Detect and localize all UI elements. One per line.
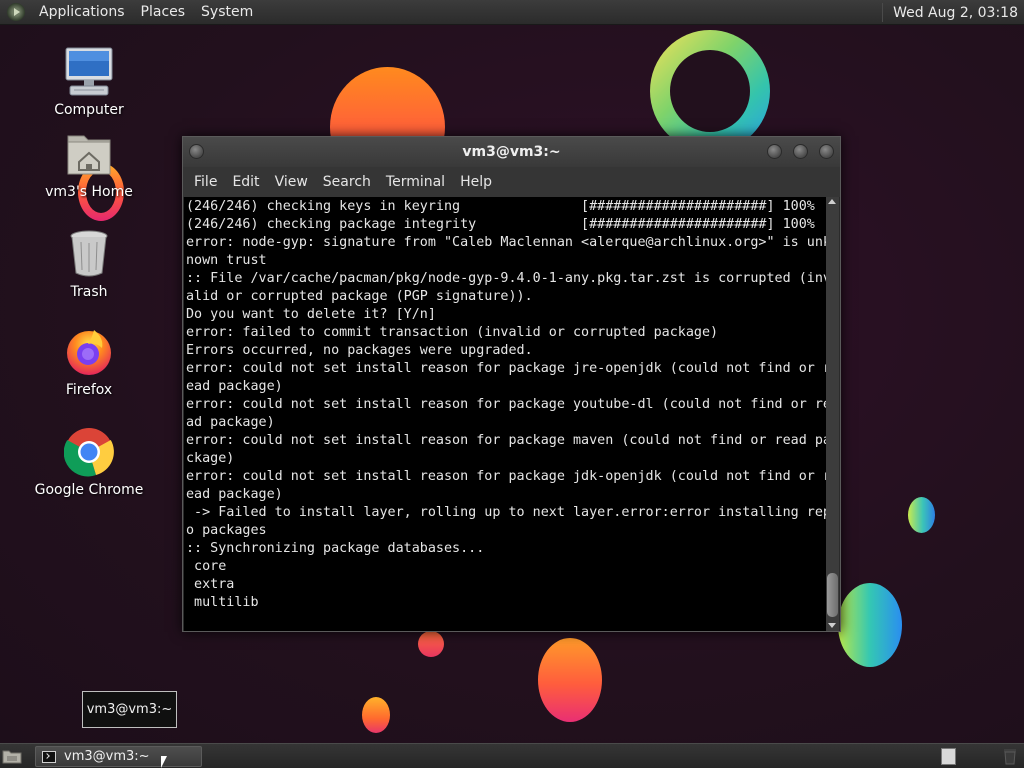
- terminal-line: error: could not set install reason for …: [186, 469, 826, 484]
- terminal-line: -> Failed to install layer, rolling up t…: [186, 505, 826, 520]
- taskbar-tooltip: vm3@vm3:~: [82, 691, 177, 728]
- terminal-line: o packages: [186, 523, 267, 538]
- terminal-line: alid or corrupted package (PGP signature…: [186, 289, 533, 304]
- desktop-icon-computer[interactable]: Computer: [34, 46, 144, 119]
- menu-terminal[interactable]: Terminal: [381, 174, 455, 190]
- terminal-title: vm3@vm3:~: [462, 144, 561, 160]
- terminal-line: multilib: [186, 595, 259, 610]
- panel-clock[interactable]: Wed Aug 2, 03:18: [893, 5, 1024, 21]
- terminal-line: Errors occurred, no packages were upgrad…: [186, 343, 533, 358]
- wallpaper-tiny-blob: [418, 631, 444, 657]
- menu-system[interactable]: System: [193, 4, 261, 20]
- taskbar-terminal-button[interactable]: vm3@vm3:~: [35, 746, 202, 767]
- wallpaper-ring: [650, 30, 770, 152]
- terminal-window[interactable]: vm3@vm3:~ File Edit View Search Terminal…: [182, 136, 841, 632]
- wallpaper-small-blob: [362, 697, 390, 733]
- menu-help[interactable]: Help: [455, 174, 502, 190]
- terminal-line: nown trust: [186, 253, 267, 268]
- terminal-line: extra: [186, 577, 235, 592]
- wallpaper-green-blob: [838, 583, 902, 667]
- menu-search[interactable]: Search: [318, 174, 381, 190]
- terminal-line: error: could not set install reason for …: [186, 361, 826, 376]
- chrome-icon: [63, 426, 114, 478]
- trash-icon: [64, 228, 114, 280]
- menu-file[interactable]: File: [189, 174, 227, 190]
- terminal-line: :: File /var/cache/pacman/pkg/node-gyp-9…: [186, 271, 826, 286]
- terminal-line: error: could not set install reason for …: [186, 397, 826, 412]
- terminal-line: error: node-gyp: signature from "Caleb M…: [186, 235, 826, 250]
- desktop-icon-home[interactable]: vm3's Home: [34, 128, 144, 201]
- terminal-line: Do you want to delete it? [Y/n]: [186, 307, 436, 322]
- taskbar-terminal-label: vm3@vm3:~: [64, 749, 150, 764]
- window-menu-button[interactable]: [189, 144, 204, 159]
- wallpaper-green-small-blob: [908, 497, 935, 533]
- terminal-line: error: failed to commit transaction (inv…: [186, 325, 719, 340]
- terminal-output[interactable]: (246/246) checking keys in keyring [####…: [184, 197, 826, 631]
- terminal-line: :: Synchronizing package databases...: [186, 541, 485, 556]
- desktop-icon-chrome[interactable]: Google Chrome: [34, 426, 144, 499]
- terminal-line: ckage): [186, 451, 235, 466]
- top-panel: Applications Places System Wed Aug 2, 03…: [0, 0, 1024, 25]
- scrollbar-thumb[interactable]: [827, 573, 838, 617]
- close-button[interactable]: [819, 144, 834, 159]
- mouse-cursor-icon: [161, 756, 167, 768]
- desktop-label-computer: Computer: [54, 102, 124, 118]
- maximize-button[interactable]: [793, 144, 808, 159]
- menu-places[interactable]: Places: [133, 4, 194, 20]
- panel-trash-icon[interactable]: [1002, 748, 1018, 765]
- terminal-icon: [42, 750, 56, 763]
- bottom-panel: vm3@vm3:~: [0, 743, 1024, 768]
- wallpaper-mid-blob: [538, 638, 602, 722]
- desktop-label-home: vm3's Home: [45, 184, 133, 200]
- terminal-menubar: File Edit View Search Terminal Help: [183, 167, 840, 197]
- firefox-icon: [64, 326, 114, 378]
- desktop-icon-trash[interactable]: Trash: [34, 228, 144, 301]
- scroll-down-arrow-icon[interactable]: [828, 623, 836, 628]
- panel-separator: [882, 3, 884, 22]
- desktop-label-trash: Trash: [70, 284, 108, 300]
- terminal-line: ad package): [186, 415, 275, 430]
- menu-view[interactable]: View: [270, 174, 318, 190]
- menu-applications[interactable]: Applications: [31, 4, 133, 20]
- terminal-line: core: [186, 559, 227, 574]
- minimize-button[interactable]: [767, 144, 782, 159]
- terminal-line: (246/246) checking package integrity [##…: [186, 217, 815, 232]
- terminal-line: ead package): [186, 487, 283, 502]
- scroll-up-arrow-icon[interactable]: [828, 199, 836, 204]
- applications-menu-icon[interactable]: [7, 3, 25, 21]
- home-folder-icon: [64, 128, 114, 180]
- desktop-icon-firefox[interactable]: Firefox: [34, 326, 144, 399]
- computer-icon: [64, 46, 114, 98]
- terminal-line: ead package): [186, 379, 283, 394]
- show-desktop-icon[interactable]: [2, 748, 22, 764]
- desktop-label-chrome: Google Chrome: [34, 482, 144, 498]
- desktop-label-firefox: Firefox: [65, 382, 113, 398]
- terminal-line: (246/246) checking keys in keyring [####…: [186, 199, 815, 214]
- menu-edit[interactable]: Edit: [227, 174, 269, 190]
- terminal-titlebar[interactable]: vm3@vm3:~: [183, 137, 840, 167]
- terminal-scrollbar[interactable]: [826, 197, 839, 631]
- terminal-line: error: could not set install reason for …: [186, 433, 826, 448]
- workspace-switcher[interactable]: [941, 748, 956, 765]
